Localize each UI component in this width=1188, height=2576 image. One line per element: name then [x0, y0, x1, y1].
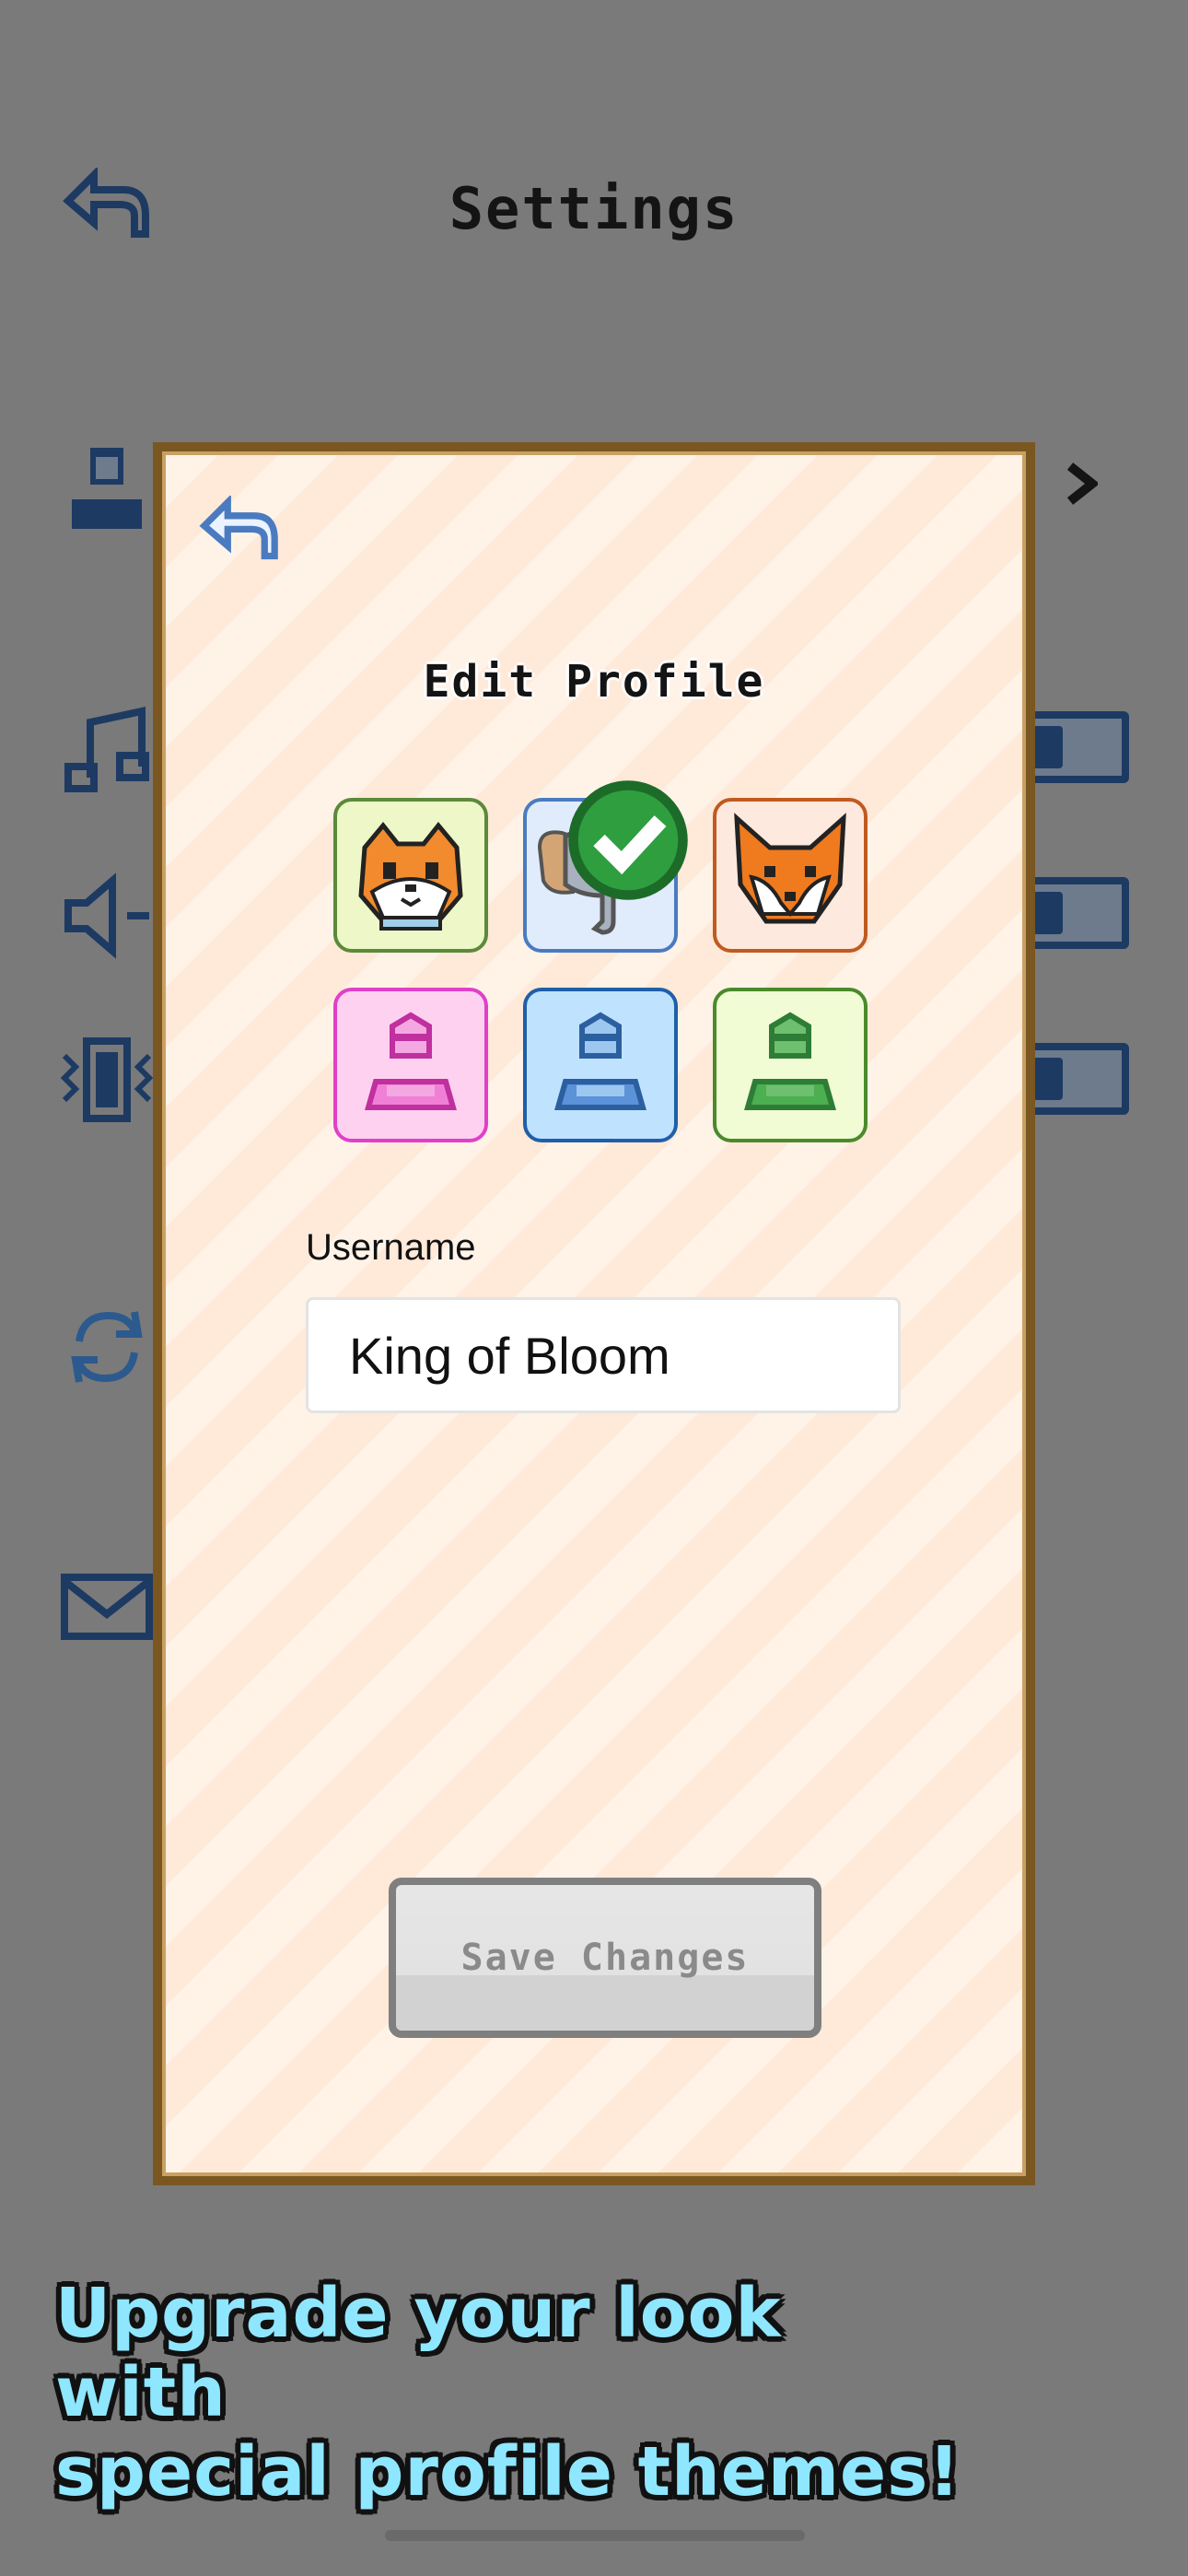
- person-blue-icon: [554, 1012, 646, 1110]
- music-note-icon: [64, 707, 149, 792]
- promo-line-2: special profile themes!: [55, 2432, 961, 2512]
- refresh-icon[interactable]: [61, 1301, 153, 1393]
- username-label: Username: [306, 1227, 476, 1268]
- selected-check-icon: [568, 780, 688, 900]
- user-icon[interactable]: [61, 440, 153, 533]
- home-indicator[interactable]: [385, 2530, 805, 2541]
- edit-profile-modal: Edit Profile Username King of Bloom Save…: [153, 442, 1035, 2185]
- hamster-icon: [358, 822, 463, 931]
- promo-line-1: Upgrade your look with: [55, 2274, 782, 2432]
- fox-icon: [734, 813, 846, 924]
- settings-title: Settings: [448, 175, 740, 242]
- username-input[interactable]: [306, 1297, 901, 1413]
- back-arrow-icon[interactable]: [195, 496, 284, 569]
- chevron-right-icon[interactable]: [1065, 461, 1098, 507]
- modal-title: Edit Profile: [423, 656, 765, 708]
- save-changes-button[interactable]: Save Changes: [389, 1878, 821, 2038]
- avatar-option-person-pink[interactable]: [333, 988, 488, 1142]
- vibration-icon: [61, 1037, 153, 1122]
- avatar-option-person-blue[interactable]: [523, 988, 678, 1142]
- avatar-option-fox[interactable]: [713, 798, 868, 953]
- avatar-option-elephant[interactable]: [523, 780, 688, 953]
- person-pink-icon: [365, 1012, 457, 1110]
- person-green-icon: [744, 1012, 836, 1110]
- speaker-icon: [64, 872, 149, 959]
- avatar-option-hamster[interactable]: [333, 798, 488, 953]
- promo-caption: Upgrade your look with special profile t…: [55, 2274, 976, 2512]
- avatar-option-person-green[interactable]: [713, 988, 868, 1142]
- mail-icon[interactable]: [61, 1559, 153, 1651]
- avatar-grid: [333, 780, 868, 1142]
